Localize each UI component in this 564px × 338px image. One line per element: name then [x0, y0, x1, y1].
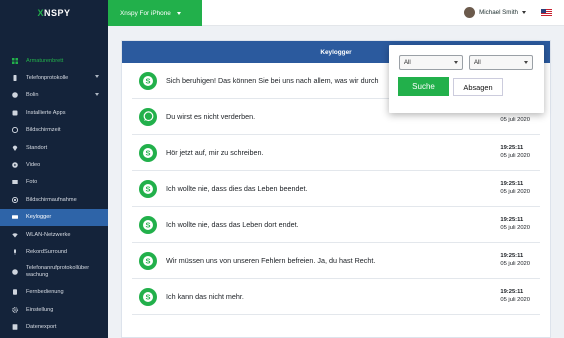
top-bar: Xnspy For iPhone Michael Smith — [108, 0, 564, 26]
user-name: Michael Smith — [479, 9, 518, 16]
keylog-message: Ich wollte nie, dass das Leben dort ende… — [166, 220, 299, 229]
time: 19:25:11 — [500, 181, 524, 187]
keylog-message: Du wirst es nicht verderben. — [166, 112, 256, 121]
time: 19:25:11 — [500, 289, 524, 295]
clock-icon — [12, 127, 18, 134]
whatsapp-icon — [139, 107, 157, 126]
timestamp: 19:25:11 05 juli 2020 — [500, 288, 530, 304]
sidebar-item-bildschirmzeit[interactable]: Bildschirmzeit — [0, 122, 108, 139]
video-icon — [12, 162, 18, 168]
date: 05 juli 2020 — [500, 225, 530, 231]
record-icon — [12, 196, 18, 203]
sidebar-item-bolin[interactable]: Bolin — [0, 87, 108, 104]
keylog-message: Ich kann das nicht mehr. — [166, 292, 244, 301]
time: 19:25:11 — [500, 217, 524, 223]
skype-icon: S — [139, 287, 157, 306]
svg-text:S: S — [145, 292, 150, 301]
sidebar-item-video[interactable]: Video — [0, 156, 108, 173]
time: 19:25:11 — [500, 145, 524, 151]
sidebar-item-bildschirmaufnahme[interactable]: Bildschirmaufnahme — [0, 191, 108, 208]
avatar — [464, 7, 476, 18]
bubble-icon — [12, 92, 18, 99]
mic-icon — [12, 249, 18, 255]
svg-text:S: S — [145, 184, 150, 193]
svg-text:S: S — [145, 148, 150, 157]
us-flag-icon[interactable] — [541, 9, 552, 16]
sidebar-item-fernbedienung[interactable]: Fernbedienung — [0, 284, 108, 301]
sidebar-item-telefonprotokolle[interactable]: Telefonprotokolle — [0, 69, 108, 86]
wifi-icon — [12, 232, 18, 238]
sidebar-item-foto[interactable]: Foto — [0, 174, 108, 191]
keylog-message: Wir müssen uns von unseren Fehlern befre… — [166, 256, 376, 265]
date: 05 juli 2020 — [500, 117, 530, 123]
filter-popup: All All Suche Absagen — [389, 45, 544, 113]
date: 05 juli 2020 — [500, 261, 530, 267]
svg-text:S: S — [145, 220, 150, 229]
list-item[interactable]: S Ich wollte nie, dass dies das Leben bee… — [132, 171, 540, 207]
timestamp: 19:25:11 05 juli 2020 — [500, 252, 530, 268]
list-item[interactable]: S Ich kann das nicht mehr. 19:25:11 05 juli… — [132, 279, 540, 315]
apps-icon — [12, 110, 18, 116]
skype-icon: S — [139, 143, 157, 162]
photo-icon — [12, 179, 18, 185]
search-button[interactable]: Suche — [398, 77, 449, 96]
chevron-down-icon — [522, 11, 526, 14]
filter-select-2[interactable]: All — [469, 55, 533, 70]
keyboard-icon — [12, 214, 18, 220]
filter-select-1[interactable]: All — [399, 55, 463, 70]
phone-icon — [12, 75, 18, 82]
user-menu[interactable]: Michael Smith — [464, 7, 526, 18]
svg-text:S: S — [145, 76, 150, 85]
device-selector[interactable]: Xnspy For iPhone — [108, 0, 202, 26]
sidebar-item-standort[interactable]: Standort — [0, 139, 108, 156]
sidebar-item-installierte-apps[interactable]: Installierte Apps — [0, 104, 108, 121]
date: 05 juli 2020 — [500, 153, 530, 159]
skype-icon: S — [139, 251, 157, 270]
gear-icon — [12, 306, 18, 313]
chevron-down-icon — [176, 11, 181, 15]
cancel-button[interactable]: Absagen — [453, 78, 503, 96]
sidebar-item-wlan-netzwerke[interactable]: WLAN-Netzwerke — [0, 226, 108, 243]
list-item[interactable]: S Wir müssen uns von unseren Fehlern befr… — [132, 243, 540, 279]
sidebar-menu: Armaturenbrett Telefonprotokolle Bolin I… — [0, 52, 108, 336]
remote-icon — [12, 289, 18, 296]
list-item[interactable]: S Ich wollte nie, dass das Leben dort end… — [132, 207, 540, 243]
sidebar-item-einstellung[interactable]: Einstellung — [0, 301, 108, 318]
timestamp: 19:25:11 05 juli 2020 — [500, 144, 530, 160]
sidebar-item-datenexport[interactable]: Datenexport — [0, 318, 108, 335]
date: 05 juli 2020 — [500, 189, 530, 195]
dashboard-icon — [12, 57, 18, 64]
brand-logo[interactable]: X NSPY — [0, 0, 108, 26]
svg-text:S: S — [145, 256, 150, 265]
timestamp: 19:25:11 05 juli 2020 — [500, 180, 530, 196]
chevron-down-icon — [95, 75, 99, 79]
sidebar-item-telefonanrufprotokoll[interactable]: Telefonanrufprotokollüber wachung — [0, 261, 108, 284]
keylog-message: Ich wollte nie, dass dies das Leben been… — [166, 184, 308, 193]
sidebar: X NSPY Armaturenbrett Telefonprotokolle B… — [0, 0, 108, 338]
skype-icon: S — [139, 71, 157, 90]
date: 05 juli 2020 — [500, 297, 530, 303]
time: 19:25:11 — [500, 253, 524, 259]
call-log-icon — [12, 269, 18, 275]
skype-icon: S — [139, 179, 157, 198]
chevron-down-icon — [95, 92, 99, 96]
sidebar-item-armaturenbrett[interactable]: Armaturenbrett — [0, 52, 108, 69]
list-item[interactable]: S Hör jetzt auf, mir zu schreiben. 19:25:1… — [132, 135, 540, 171]
sidebar-item-rekordsurround[interactable]: RekordSurround — [0, 243, 108, 260]
sidebar-item-keylogger[interactable]: Keylogger — [0, 208, 108, 226]
export-icon — [12, 324, 18, 330]
keylog-message: Hör jetzt auf, mir zu schreiben. — [166, 148, 264, 157]
chevron-down-icon — [454, 61, 458, 64]
location-icon — [12, 145, 18, 151]
timestamp: 19:25:11 05 juli 2020 — [500, 216, 530, 232]
keylog-message: Sich beruhigen! Das können Sie bei uns n… — [166, 76, 379, 85]
chevron-down-icon — [524, 61, 528, 64]
skype-icon: S — [139, 215, 157, 234]
